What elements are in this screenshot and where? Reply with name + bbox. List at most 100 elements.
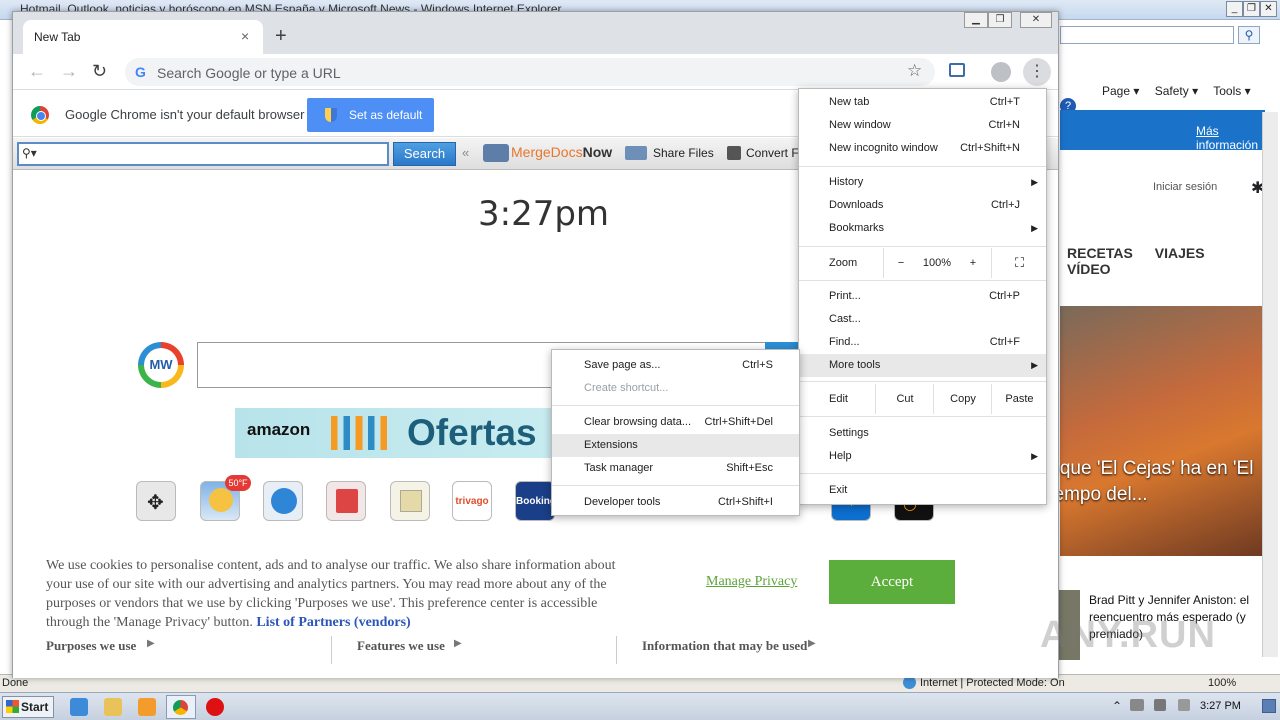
manage-privacy-link[interactable]: Manage Privacy [706, 574, 797, 590]
purposes-arrow-icon[interactable]: ▶ [147, 638, 155, 649]
chrome-restore-button[interactable]: ❐ [988, 12, 1012, 28]
tab-new-tab[interactable]: New Tab × [23, 20, 263, 54]
share-files-icon [625, 146, 647, 160]
start-button[interactable]: Start [2, 696, 54, 718]
amazon-ofertas-banner[interactable]: amazon Ofertas [235, 408, 555, 458]
copy-button[interactable]: Copy [935, 384, 991, 414]
app-tile-book[interactable] [326, 481, 366, 521]
tab-close-icon[interactable]: × [241, 28, 249, 44]
taskbar-clock[interactable]: 3:27 PM [1200, 700, 1241, 712]
menu-item-new-window[interactable]: New window Ctrl+N [799, 114, 1046, 137]
cut-button[interactable]: Cut [877, 384, 933, 414]
menu-item-cast[interactable]: Cast... [799, 308, 1046, 331]
ie-page-menu[interactable]: Page ▾ [1102, 84, 1139, 98]
chrome-minimize-button[interactable]: ▁ [964, 12, 988, 28]
ie-search-box[interactable] [1060, 26, 1234, 44]
show-desktop-icon[interactable] [1262, 699, 1276, 713]
submenu-item-extensions[interactable]: Extensions [552, 434, 799, 457]
submenu-item-developer-tools[interactable]: Developer tools Ctrl+Shift+I [552, 491, 799, 514]
flag-tray-icon[interactable] [1178, 699, 1190, 711]
new-tab-button[interactable]: + [275, 26, 287, 46]
ie-close-button[interactable]: ✕ [1260, 1, 1277, 17]
menu-item-bookmarks[interactable]: Bookmarks ▶ [799, 217, 1046, 240]
explorer-taskbar-icon[interactable] [104, 698, 122, 716]
share-files-link[interactable]: Share Files [653, 146, 714, 160]
chrome-taskbar-button[interactable] [166, 695, 196, 719]
menu-item-history[interactable]: History ▶ [799, 171, 1046, 194]
volume-tray-icon[interactable] [1154, 699, 1166, 711]
features-we-use-link[interactable]: Features we use [357, 638, 445, 654]
features-arrow-icon[interactable]: ▶ [454, 638, 462, 649]
ie-safety-menu[interactable]: Safety ▾ [1155, 84, 1198, 98]
ie-restore-button[interactable]: ❐ [1243, 1, 1260, 17]
profile-avatar-icon[interactable] [991, 62, 1011, 82]
fullscreen-icon[interactable]: ⛶ [993, 248, 1046, 278]
menu-item-incognito[interactable]: New incognito window Ctrl+Shift+N [799, 137, 1046, 160]
toolbar-search-icon[interactable]: ⚲▾ [22, 146, 37, 160]
chrome-main-menu: New tab Ctrl+T New window Ctrl+N New incog… [798, 88, 1047, 505]
toolbar-search-button[interactable]: Search [393, 142, 456, 166]
google-g-icon: G [135, 64, 146, 80]
media-player-taskbar-icon[interactable] [138, 698, 156, 716]
menu-item-find[interactable]: Find... Ctrl+F [799, 331, 1046, 354]
ie-nav-recetas[interactable]: RECETAS [1067, 245, 1133, 261]
menu-item-exit[interactable]: Exit [799, 479, 1046, 502]
chrome-close-button[interactable]: ✕ [1020, 12, 1052, 28]
menu-item-downloads[interactable]: Downloads Ctrl+J [799, 194, 1046, 217]
submenu-item-clear-browsing[interactable]: Clear browsing data... Ctrl+Shift+Del [552, 411, 799, 434]
infobar-message: Google Chrome isn't your default browser [65, 107, 305, 122]
paste-button[interactable]: Paste [993, 384, 1046, 414]
ie-tools-menu[interactable]: Tools ▾ [1213, 84, 1250, 98]
menu-item-print[interactable]: Print... Ctrl+P [799, 285, 1046, 308]
app-tile-trivago[interactable]: trivago [452, 481, 492, 521]
information-arrow-icon[interactable]: ▶ [808, 638, 816, 649]
menu-item-help[interactable]: Help ▶ [799, 445, 1046, 468]
ie-news-caption[interactable]: a que 'El Cejas' ha en 'El tiempo del... [1044, 456, 1254, 508]
submenu-item-task-manager[interactable]: Task manager Shift+Esc [552, 457, 799, 480]
cast-extension-icon[interactable] [949, 63, 965, 77]
chrome-menu-button[interactable]: ⋮ [1023, 58, 1051, 86]
menu-separator [799, 166, 1046, 167]
app-tile-notes[interactable] [390, 481, 430, 521]
ie-taskbar-icon[interactable] [70, 698, 88, 716]
tray-up-arrow-icon[interactable]: ⌃ [1112, 699, 1122, 713]
accept-cookies-button[interactable]: Accept [829, 560, 955, 604]
submenu-separator [552, 405, 799, 406]
opera-taskbar-icon[interactable] [206, 698, 224, 716]
ie-scrollbar[interactable] [1262, 112, 1278, 657]
bookmark-star-icon[interactable]: ☆ [907, 61, 922, 81]
ie-minimize-button[interactable]: _ [1226, 1, 1243, 17]
cookie-divider [331, 636, 332, 664]
app-tile-move[interactable]: ✥ [136, 481, 176, 521]
zoom-in-button[interactable]: + [957, 248, 989, 278]
app-tile-sync[interactable] [263, 481, 303, 521]
zoom-out-button[interactable]: − [885, 248, 917, 278]
ie-login-link[interactable]: Iniciar sesión [1153, 181, 1217, 193]
reload-button[interactable]: ↻ [92, 62, 107, 80]
forward-button[interactable]: → [60, 62, 78, 80]
submenu-item-save-page[interactable]: Save page as... Ctrl+S [552, 354, 799, 377]
menu-item-new-tab[interactable]: New tab Ctrl+T [799, 91, 1046, 114]
mergedocs-link[interactable]: MergeDocsNow [511, 144, 612, 160]
back-button[interactable]: ← [28, 62, 46, 80]
information-used-link[interactable]: Information that may be used [642, 638, 807, 654]
convert-link[interactable]: Convert F [746, 146, 799, 160]
ie-news-photo[interactable] [1060, 306, 1262, 556]
partners-link[interactable]: List of Partners (vendors) [256, 615, 410, 630]
omnibox[interactable]: G Search Google or type a URL ☆ [125, 58, 935, 86]
submenu-arrow-icon: ▶ [1031, 177, 1038, 187]
menu-item-settings[interactable]: Settings [799, 422, 1046, 445]
network-tray-icon[interactable] [1130, 699, 1144, 711]
ie-zoom-level[interactable]: 100% [1208, 677, 1236, 689]
ie-nav-viajes[interactable]: VIAJES [1155, 245, 1205, 261]
menu-separator [799, 246, 1046, 247]
set-as-default-button[interactable]: Set as default [307, 98, 434, 132]
app-tile-booking[interactable]: Booking [515, 481, 556, 521]
menu-separator [799, 280, 1046, 281]
menu-item-more-tools[interactable]: More tools ▶ [799, 354, 1046, 377]
toolbar-collapse-icon[interactable]: « [462, 145, 469, 160]
purposes-we-use-link[interactable]: Purposes we use [46, 638, 136, 654]
ie-search-icon[interactable]: ⚲ [1238, 26, 1260, 44]
ie-nav-video[interactable]: VÍDEO [1067, 261, 1111, 277]
toolbar-search-input[interactable]: ⚲▾ [17, 142, 389, 166]
